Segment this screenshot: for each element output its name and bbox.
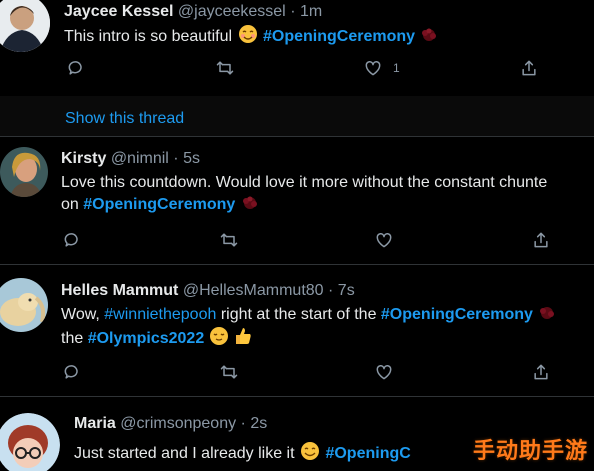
like-button[interactable] (374, 362, 394, 382)
display-name[interactable]: Helles Mammut (61, 282, 178, 299)
user-handle[interactable]: @nimnil (111, 150, 169, 167)
display-name[interactable]: Maria (74, 415, 116, 432)
tweet-header: Helles Mammut @HellesMammut80 · 7s (61, 282, 355, 300)
reply-button[interactable] (62, 230, 82, 250)
timestamp[interactable]: 7s (338, 282, 355, 299)
tweet-text-body: Wow, (61, 306, 105, 323)
like-icon (376, 364, 392, 380)
tweet-header: Maria @crimsonpeony · 2s (74, 415, 267, 433)
avatar-photo-icon (0, 147, 48, 197)
tweet-text-body: on (61, 196, 84, 213)
share-icon (534, 232, 548, 248)
tweet-2[interactable]: Kirsty @nimnil · 5s Love this countdown.… (0, 137, 594, 264)
tweet-text: Just started and I already like it #Open… (74, 441, 411, 465)
separator: · (173, 150, 179, 167)
olympic-torch-emoji-icon (540, 307, 555, 319)
separator: · (240, 415, 246, 432)
reply-icon (64, 365, 78, 379)
share-button[interactable] (531, 230, 551, 250)
like-icon (365, 60, 381, 76)
tweet-3[interactable]: Helles Mammut @HellesMammut80 · 7s Wow, … (0, 265, 594, 396)
retweet-icon (220, 365, 238, 379)
watermark-logo: 手动助手游 (472, 439, 588, 464)
like-button[interactable] (374, 230, 394, 250)
timestamp[interactable]: 1m (300, 3, 322, 20)
show-thread-link[interactable]: Show this thread (65, 110, 184, 128)
smiling-face-emoji-icon (301, 442, 319, 460)
separator: · (290, 3, 296, 20)
smiling-blush-emoji-icon (238, 25, 257, 43)
like-button[interactable]: 1 (363, 58, 400, 78)
avatar[interactable] (0, 147, 48, 197)
hashtag-link[interactable]: #OpeningCeremony (83, 196, 235, 213)
olympic-torch-emoji-icon (422, 28, 437, 41)
retweet-button[interactable] (215, 58, 235, 78)
tweet-actions: 1 (0, 58, 594, 82)
like-count: 1 (393, 61, 400, 75)
tweet-text-body: the (61, 330, 88, 347)
tweet-text: This intro is so beautiful #OpeningCerem… (64, 24, 439, 48)
share-icon (522, 60, 536, 76)
share-icon (534, 364, 548, 380)
avatar-photo-icon (0, 413, 60, 471)
tweet-header: Kirsty @nimnil · 5s (61, 150, 200, 168)
hashtag-link[interactable]: #OpeningCeremony (263, 28, 415, 45)
reply-button[interactable] (62, 362, 82, 382)
reply-icon (68, 61, 82, 75)
tweet-text-line-2: on #OpeningCeremony (61, 194, 260, 216)
like-icon (376, 232, 392, 248)
share-button[interactable] (531, 362, 551, 382)
tweet-actions (0, 362, 594, 386)
separator: · (328, 282, 334, 299)
avatar[interactable] (0, 0, 50, 52)
hashtag-link[interactable]: #OpeningC (325, 445, 410, 462)
display-name[interactable]: Kirsty (61, 150, 106, 167)
tweet-text-line-1: Love this countdown. Would love it more … (61, 174, 548, 191)
avatar-photo-icon (0, 0, 50, 52)
reply-button[interactable] (66, 58, 86, 78)
relieved-face-emoji-icon (209, 327, 228, 345)
retweet-icon (220, 233, 238, 247)
display-name[interactable]: Jaycee Kessel (64, 3, 173, 20)
avatar[interactable] (0, 413, 60, 471)
retweet-icon (216, 61, 234, 75)
retweet-button[interactable] (219, 362, 239, 382)
retweet-button[interactable] (219, 230, 239, 250)
tweet-text-body: Just started and I already like it (74, 445, 299, 462)
tweet-header: Jaycee Kessel @jayceekessel · 1m (64, 3, 322, 21)
share-button[interactable] (519, 58, 539, 78)
reply-icon (64, 233, 78, 247)
timestamp[interactable]: 2s (250, 415, 267, 432)
user-handle[interactable]: @jayceekessel (178, 3, 286, 20)
avatar[interactable] (0, 278, 48, 332)
hashtag-link[interactable]: #OpeningCeremony (381, 306, 533, 323)
olympic-torch-emoji-icon (242, 196, 257, 209)
user-handle[interactable]: @HellesMammut80 (183, 282, 324, 299)
hashtag-link[interactable]: #Olympics2022 (88, 330, 205, 347)
thumbs-up-emoji-icon (236, 328, 251, 344)
tweet-1[interactable]: Jaycee Kessel @jayceekessel · 1m This in… (0, 0, 594, 96)
timestamp[interactable]: 5s (183, 150, 200, 167)
tweet-text-line-1: Wow, #winniethepooh right at the start o… (61, 304, 557, 326)
hashtag-link[interactable]: #winniethepooh (104, 306, 216, 323)
user-handle[interactable]: @crimsonpeony (120, 415, 236, 432)
tweet-text-body: right at the start of the (216, 306, 381, 323)
tweet-text-line-2: the #Olympics2022 (61, 326, 253, 350)
tweet-actions (0, 230, 594, 254)
avatar-photo-icon (0, 278, 48, 332)
tweet-text-body: This intro is so beautiful (64, 28, 237, 45)
